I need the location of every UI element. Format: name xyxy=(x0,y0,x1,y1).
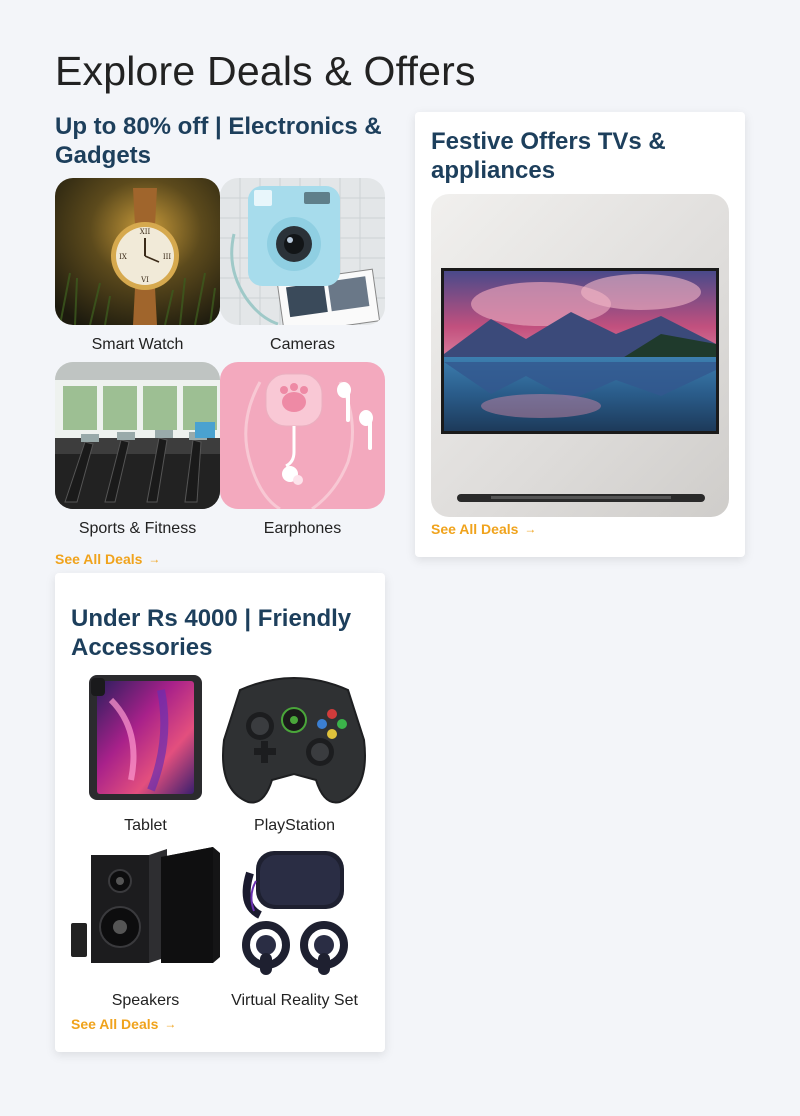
vr-headset-image[interactable] xyxy=(220,845,369,980)
tablet-image[interactable] xyxy=(71,670,220,805)
svg-text:XII: XII xyxy=(140,228,151,236)
gamepad-image[interactable] xyxy=(220,670,369,805)
instant-camera-image[interactable] xyxy=(220,178,385,325)
festive-see-all-link[interactable]: See All Deals → xyxy=(431,521,536,537)
arrow-right-icon: → xyxy=(148,552,161,566)
accessories-heading: Under Rs 4000 | Friendly Accessories xyxy=(71,605,352,661)
smart-watch-image[interactable]: XII III VI IX xyxy=(55,178,220,325)
see-all-label: See All Deals xyxy=(431,521,519,537)
earphones-image[interactable] xyxy=(220,362,385,509)
deal-label-cameras: Cameras xyxy=(270,336,335,353)
deal-tile-cameras[interactable]: Cameras xyxy=(220,178,385,354)
deal-tile-tablet[interactable]: Tablet xyxy=(71,670,220,835)
accessories-card: Under Rs 4000 | Friendly Accessories Tab… xyxy=(55,573,385,1052)
svg-text:III: III xyxy=(163,253,172,261)
deal-label-vr-set: Virtual Reality Set xyxy=(231,992,358,1009)
deal-tile-speakers[interactable]: Speakers xyxy=(71,845,220,1010)
arrow-right-icon: → xyxy=(164,1017,177,1031)
electronics-section: Up to 80% off | Electronics & Gadgets XI… xyxy=(55,112,385,567)
treadmill-image[interactable] xyxy=(55,362,220,509)
accessories-see-all-link[interactable]: See All Deals → xyxy=(71,1016,176,1032)
speakers-image[interactable] xyxy=(71,845,220,980)
deal-label-sports-fitness: Sports & Fitness xyxy=(78,520,197,537)
electronics-see-all-link[interactable]: See All Deals → xyxy=(55,551,160,567)
deal-label-playstation: PlayStation xyxy=(254,817,335,834)
deal-label-tablet: Tablet xyxy=(124,817,167,834)
deal-tile-vr-set[interactable]: Virtual Reality Set xyxy=(220,845,369,1010)
see-all-label: See All Deals xyxy=(71,1016,159,1032)
arrow-right-icon: → xyxy=(524,522,537,536)
page-title: Explore Deals & Offers xyxy=(55,48,476,94)
deal-label-smart-watch: Smart Watch xyxy=(91,336,184,353)
svg-text:VI: VI xyxy=(140,276,149,284)
deal-label-speakers: Speakers xyxy=(111,992,180,1009)
deal-label-earphones: Earphones xyxy=(263,520,342,537)
festive-offers-card: Festive Offers TVs & appliances See All … xyxy=(415,112,745,557)
deal-tile-sports-fitness[interactable]: Sports & Fitness xyxy=(55,362,220,538)
deal-tile-playstation[interactable]: PlayStation xyxy=(220,670,369,835)
tv-image[interactable] xyxy=(431,194,729,517)
electronics-heading: Up to 80% off | Electronics & Gadgets xyxy=(55,113,382,169)
svg-text:IX: IX xyxy=(119,253,127,261)
festive-heading: Festive Offers TVs & appliances xyxy=(431,128,666,184)
see-all-label: See All Deals xyxy=(55,551,143,567)
deal-tile-earphones[interactable]: Earphones xyxy=(220,362,385,538)
deal-tile-smart-watch[interactable]: XII III VI IX Smart Watch xyxy=(55,178,220,354)
